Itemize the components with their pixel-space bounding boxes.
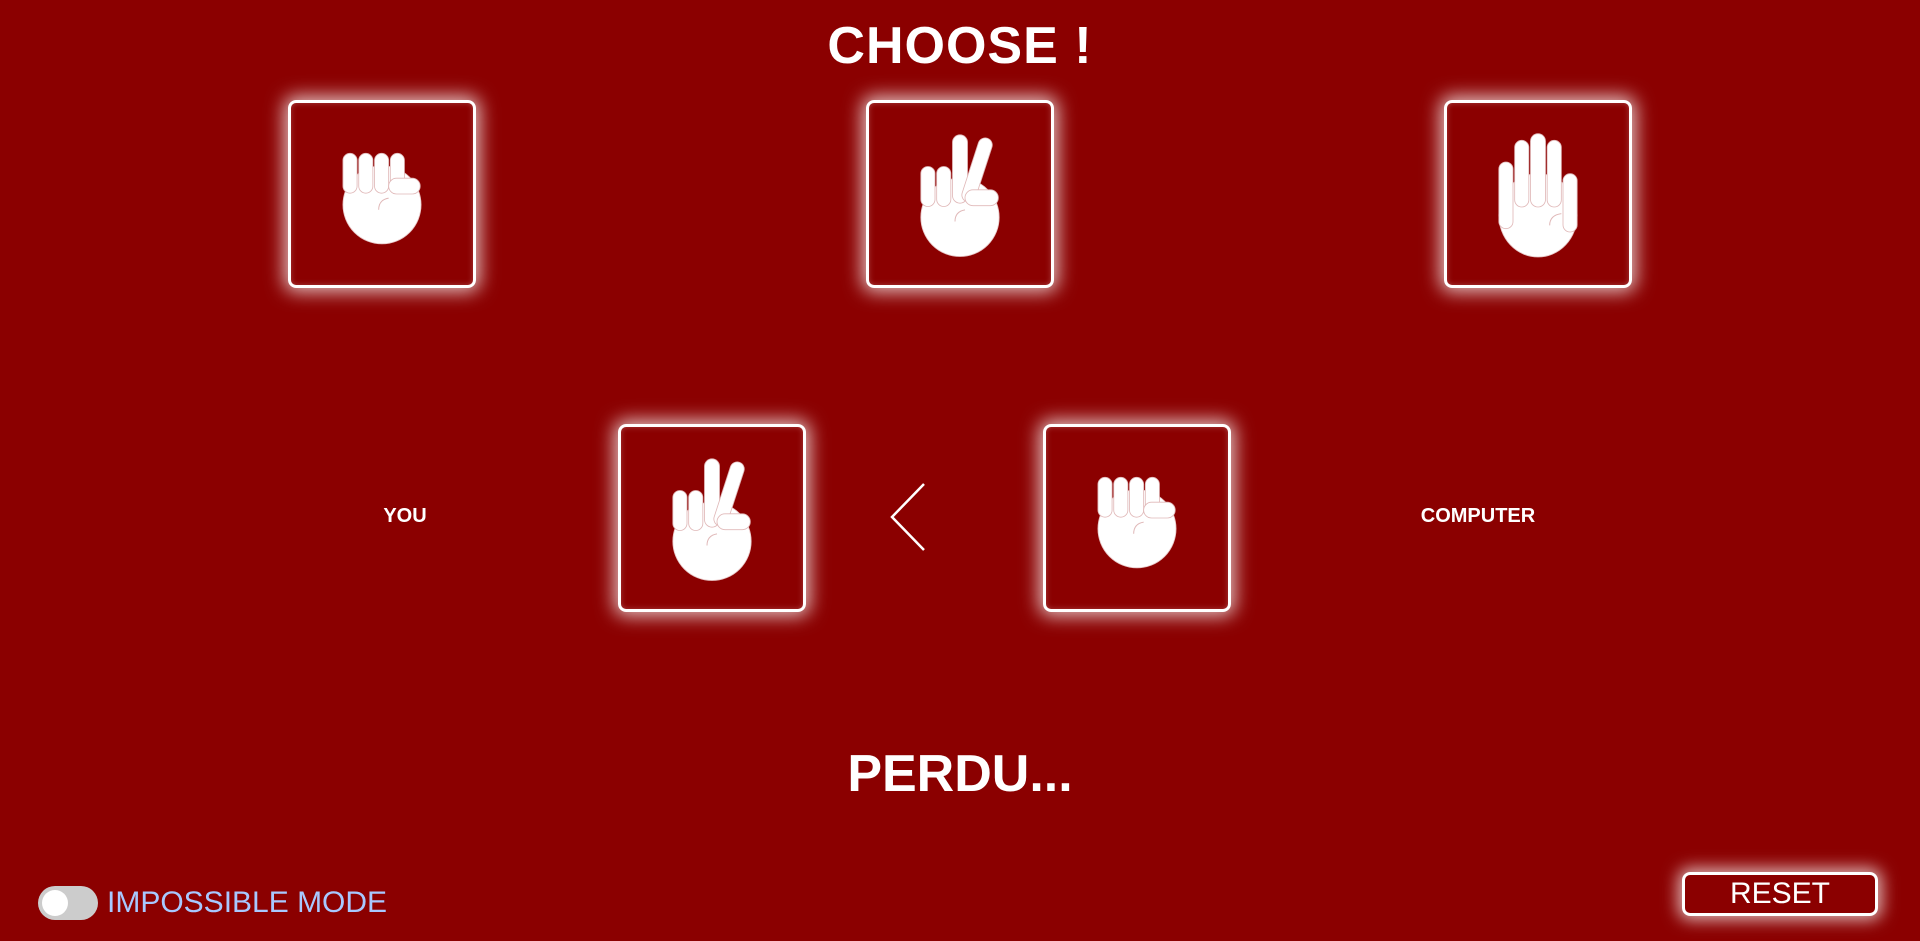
paper-hand-icon xyxy=(1488,122,1588,267)
choice-scissors-button[interactable] xyxy=(866,100,1054,288)
impossible-mode-control: IMPOSSIBLE MODE xyxy=(38,886,387,920)
page-title: CHOOSE ! xyxy=(827,17,1093,75)
computer-choice-display xyxy=(1043,424,1231,612)
choice-paper-button[interactable] xyxy=(1444,100,1632,288)
rock-hand-icon xyxy=(1087,464,1187,572)
impossible-mode-label: IMPOSSIBLE MODE xyxy=(107,886,388,919)
less-than-chevron-icon xyxy=(890,483,925,551)
scissors-hand-icon xyxy=(910,125,1010,263)
choice-rock-button[interactable] xyxy=(288,100,476,288)
player-choice-display xyxy=(618,424,806,612)
result-text: PERDU... xyxy=(847,745,1073,803)
rock-hand-icon xyxy=(332,140,432,248)
player-label: YOU xyxy=(383,505,427,527)
reset-button[interactable]: RESET xyxy=(1682,872,1878,916)
toggle-knob xyxy=(42,890,68,916)
computer-label: COMPUTER xyxy=(1420,505,1536,527)
impossible-mode-toggle[interactable] xyxy=(38,886,98,920)
game-stage: CHOOSE ! YOU COMPUTER PERDU... IMPOSSIBL… xyxy=(0,0,1920,941)
scissors-hand-icon xyxy=(662,449,762,587)
